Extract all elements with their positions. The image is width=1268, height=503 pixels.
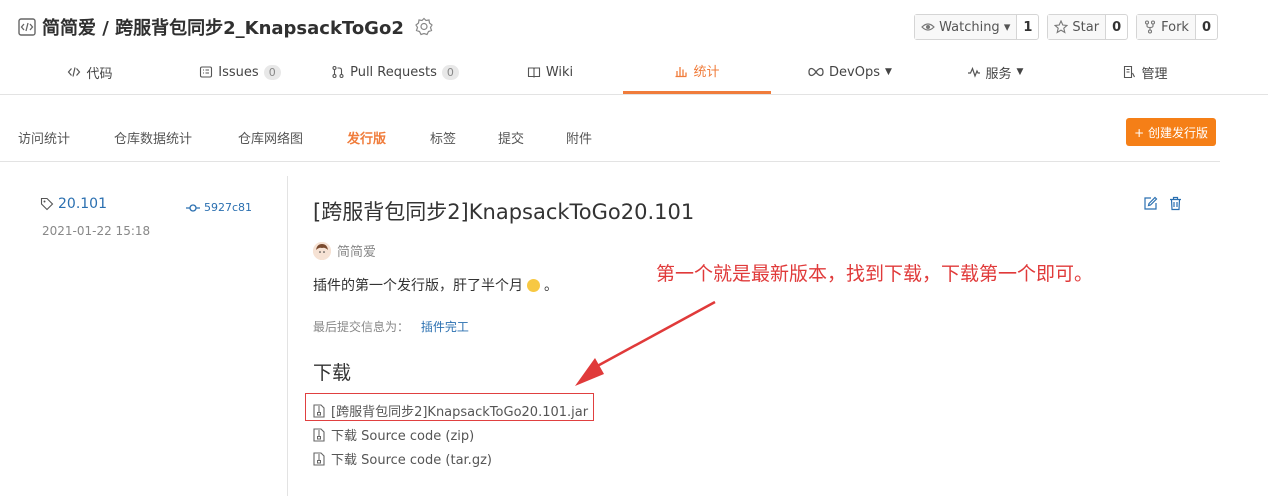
fork-button-main[interactable]: Fork (1137, 15, 1195, 39)
watch-label: Watching ▾ (939, 19, 1011, 35)
tab-stats[interactable]: 统计 (623, 50, 771, 94)
download-heading: 下载 (313, 362, 352, 384)
vertical-divider (287, 176, 288, 496)
subnav-attachments[interactable]: 附件 (566, 128, 592, 147)
subnav-network-graph[interactable]: 仓库网络图 (238, 128, 303, 147)
release-date: 2021-01-22 15:18 (42, 224, 151, 238)
release-meta: 20.101 5927c81 2021-01-22 15:18 (40, 196, 260, 256)
zip-file-icon (313, 451, 325, 466)
gvp-badge-icon (415, 17, 433, 36)
star-label: Star (1072, 19, 1100, 35)
tab-manage-label: 管理 (1141, 66, 1168, 82)
code-repo-icon (18, 18, 36, 36)
watch-button[interactable]: Watching ▾ 1 (914, 14, 1040, 40)
asset-source-targz-label: 下载 Source code (tar.gz) (331, 453, 492, 468)
annotation-arrow-icon (575, 300, 716, 386)
bar-chart-icon (675, 66, 688, 77)
issues-icon (200, 66, 213, 78)
tab-code[interactable]: 代码 (40, 50, 140, 94)
star-count[interactable]: 0 (1105, 15, 1127, 39)
star-button-main[interactable]: Star (1048, 15, 1106, 39)
watch-button-main[interactable]: Watching ▾ (915, 15, 1017, 39)
eye-icon (921, 23, 935, 31)
subnav-repo-data-stats[interactable]: 仓库数据统计 (114, 128, 192, 147)
asset-jar[interactable]: [跨服背包同步2]KnapsackToGo20.101.jar (313, 401, 588, 420)
tag-icon (40, 197, 54, 211)
zip-file-icon (313, 403, 325, 418)
pulse-icon (967, 66, 980, 78)
tab-wiki-label: Wiki (545, 64, 574, 80)
release-tag-label: 20.101 (58, 196, 107, 212)
smile-emoji-icon (527, 278, 540, 292)
subnav-visit-stats[interactable]: 访问统计 (18, 128, 70, 147)
release-title: [跨服背包同步2]KnapsackToGo20.101 (313, 200, 695, 224)
tab-services[interactable]: 服务 ▼ (950, 50, 1040, 94)
code-icon (68, 67, 81, 77)
fork-count[interactable]: 0 (1194, 15, 1217, 39)
subnav-commits[interactable]: 提交 (498, 128, 524, 147)
star-icon (1054, 20, 1069, 34)
fork-label: Fork (1161, 19, 1189, 35)
edit-icon[interactable] (1143, 196, 1158, 211)
release-author-name: 简简爱 (337, 245, 377, 260)
caret-down-icon: ▼ (885, 67, 892, 77)
caret-down-icon: ▼ (1016, 67, 1024, 77)
avatar-image-icon (313, 241, 331, 260)
pull-request-icon (332, 65, 344, 79)
watch-count[interactable]: 1 (1016, 15, 1038, 39)
asset-source-zip[interactable]: 下载 Source code (zip) (313, 425, 474, 444)
release-description-text: 插件的第一个发行版，肝了半个月 (313, 278, 523, 294)
tab-pull-requests[interactable]: Pull Requests 0 (325, 50, 465, 94)
repo-title: 简简爱 / 跨服背包同步2_KnapsackToGo2 (18, 14, 434, 40)
repo-header: 简简爱 / 跨服背包同步2_KnapsackToGo2 Watching ▾ 1… (0, 0, 1268, 95)
release-author[interactable]: 简简爱 (313, 241, 376, 260)
repo-actions: Watching ▾ 1 Star 0 Fork 0 (914, 14, 1218, 40)
tab-issues-label: Issues (218, 64, 259, 80)
tab-services-label: 服务 (985, 66, 1012, 82)
asset-source-zip-label: 下载 Source code (zip) (331, 429, 475, 444)
commit-icon (186, 203, 200, 212)
fork-button[interactable]: Fork 0 (1136, 14, 1218, 40)
tab-wiki[interactable]: Wiki (505, 50, 595, 94)
asset-jar-label: [跨服背包同步2]KnapsackToGo20.101.jar (331, 405, 589, 420)
release-content: [跨服背包同步2]KnapsackToGo20.101 简简爱 插件的第一个发行… (305, 196, 1213, 468)
release-actions (1143, 196, 1183, 211)
subnav-releases[interactable]: 发行版 (347, 128, 386, 147)
last-commit-message-link[interactable]: 插件完工 (421, 320, 469, 334)
release-description-end: 。 (544, 278, 558, 294)
tab-code-label: 代码 (86, 66, 113, 82)
annotation-text: 第一个就是最新版本，找到下载，下载第一个即可。 (656, 263, 1094, 285)
release-commit[interactable]: 5927c81 (186, 201, 252, 214)
tab-issues[interactable]: Issues 0 (185, 50, 295, 94)
tab-stats-label: 统计 (693, 65, 720, 80)
fork-icon (1145, 20, 1156, 34)
issues-count-badge: 0 (263, 64, 281, 80)
tab-manage[interactable]: 管理 (1100, 50, 1190, 94)
tab-pull-requests-label: Pull Requests (350, 64, 437, 80)
wiki-book-icon (527, 67, 540, 78)
repo-title-text[interactable]: 简简爱 / 跨服背包同步2_KnapsackToGo2 (42, 14, 404, 40)
repo-nav: 代码 Issues 0 Pull Requests 0 Wiki 统计 DevO… (0, 50, 1268, 94)
star-button[interactable]: Star 0 (1047, 14, 1129, 40)
infinity-icon (808, 67, 824, 77)
tab-devops-label: DevOps (829, 64, 881, 80)
settings-doc-icon (1124, 65, 1136, 79)
zip-file-icon (313, 427, 325, 442)
release-description: 插件的第一个发行版，肝了半个月 。 (313, 275, 558, 295)
trash-icon[interactable] (1168, 196, 1183, 211)
last-commit-info: 最后提交信息为： 插件完工 (313, 318, 469, 335)
tab-devops[interactable]: DevOps ▼ (795, 50, 905, 94)
subnav-tags[interactable]: 标签 (430, 128, 456, 147)
avatar (313, 241, 331, 260)
stats-subnav: 访问统计 仓库数据统计 仓库网络图 发行版 标签 提交 附件 + 创建发行版 (0, 108, 1220, 162)
asset-source-targz[interactable]: 下载 Source code (tar.gz) (313, 449, 492, 468)
pull-requests-count-badge: 0 (441, 64, 459, 80)
release-commit-hash: 5927c81 (204, 201, 253, 214)
create-release-button[interactable]: + 创建发行版 (1126, 118, 1216, 146)
last-commit-label: 最后提交信息为： (313, 320, 410, 334)
